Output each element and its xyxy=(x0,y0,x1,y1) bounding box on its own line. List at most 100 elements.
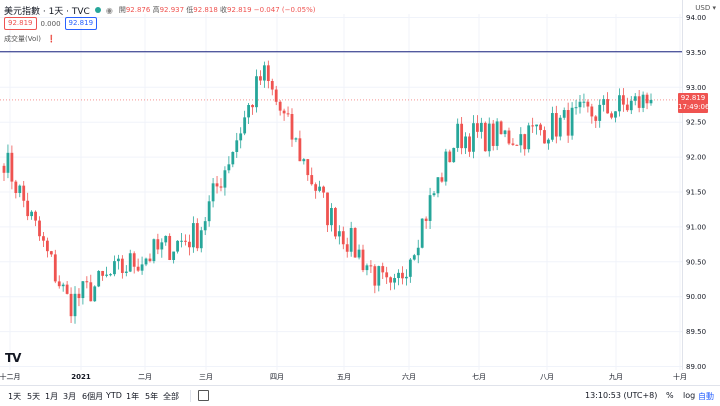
candle-body xyxy=(132,253,136,267)
candle-body xyxy=(629,100,633,111)
candle-body xyxy=(547,139,550,144)
log-scale-toggle[interactable]: log xyxy=(683,391,695,400)
candle-body xyxy=(243,117,247,134)
candle-body xyxy=(590,106,594,117)
range-5d-button[interactable]: 5天 xyxy=(27,391,40,402)
candle-body xyxy=(124,271,128,273)
candle-body xyxy=(322,186,325,193)
x-tick-label: 五月 xyxy=(337,373,351,381)
candle-body xyxy=(290,114,294,140)
candle-body xyxy=(310,175,314,185)
candle-body xyxy=(61,284,65,287)
range-1y-button[interactable]: 1年 xyxy=(126,391,139,402)
timezone-clock[interactable]: 13:10:53 (UTC+8) xyxy=(585,391,657,400)
auto-scale-toggle[interactable]: 自動 xyxy=(698,391,714,402)
symbol-title[interactable]: 美元指數 · 1天 · TVC xyxy=(4,4,90,17)
candle-body xyxy=(641,94,645,108)
candle-body xyxy=(262,65,266,81)
candle-body xyxy=(594,116,598,121)
candle-body xyxy=(231,151,235,165)
candle-body xyxy=(610,113,613,118)
warning-icon[interactable]: ❗ xyxy=(47,35,56,43)
candle-body xyxy=(539,124,542,131)
candle-body xyxy=(42,236,45,241)
range-3m-button[interactable]: 3月 xyxy=(63,391,76,402)
candle-body xyxy=(65,284,69,294)
range-ytd-button[interactable]: YTD xyxy=(106,391,122,400)
candle-body xyxy=(22,185,26,201)
currency-menu[interactable]: USD ▾ xyxy=(695,4,716,12)
candlestick-chart[interactable]: 94.00 93.50 93.00 92.50 92.00 91.50 91.00 90.50… xyxy=(0,0,720,385)
range-1d-button[interactable]: 1天 xyxy=(8,391,21,402)
candle-body xyxy=(113,261,116,275)
range-all-button[interactable]: 全部 xyxy=(163,391,179,402)
candle-body xyxy=(278,101,282,111)
candle-body xyxy=(247,104,250,118)
candle-body xyxy=(223,170,227,188)
candle-body xyxy=(618,95,621,112)
candle-body xyxy=(286,113,290,115)
candle-body xyxy=(499,121,503,135)
y-tick-label: 90.50 xyxy=(686,258,706,266)
candle-body xyxy=(255,76,258,108)
candle-body xyxy=(18,185,22,194)
buy-button[interactable]: 92.819 xyxy=(64,17,98,30)
x-tick-label: 七月 xyxy=(472,372,486,381)
candle-body xyxy=(408,259,412,277)
candle-body xyxy=(345,244,349,252)
x-tick-label: 2021 xyxy=(71,373,91,381)
eye-icon[interactable]: ◉ xyxy=(106,6,113,15)
range-6m-button[interactable]: 6個月 xyxy=(82,391,103,402)
x-tick-label: 九月 xyxy=(609,372,623,381)
candle-body xyxy=(176,240,179,252)
candle-body xyxy=(199,230,203,249)
candle-body xyxy=(160,242,164,250)
candle-body xyxy=(483,122,487,152)
candle-body xyxy=(330,208,333,226)
candle-body xyxy=(57,281,61,287)
y-tick-label: 94.00 xyxy=(686,14,706,22)
candle-body xyxy=(550,113,554,140)
calendar-icon[interactable] xyxy=(198,390,209,401)
candle-body xyxy=(14,181,18,194)
range-1m-button[interactable]: 1月 xyxy=(45,391,58,402)
candle-body xyxy=(274,89,278,102)
candle-body xyxy=(85,281,89,283)
candle-body xyxy=(105,274,108,276)
candle-body xyxy=(349,228,353,252)
candle-body xyxy=(420,218,424,248)
candle-body xyxy=(101,270,105,276)
candle-body xyxy=(365,265,369,271)
range-5y-button[interactable]: 5年 xyxy=(145,391,158,402)
candle-body xyxy=(34,211,37,221)
tradingview-logo-icon[interactable]: TV xyxy=(5,351,22,365)
volume-label[interactable]: 成交量(Vol) xyxy=(4,34,41,44)
y-tick-label: 89.00 xyxy=(686,363,706,371)
candle-body xyxy=(361,249,365,271)
candle-body xyxy=(503,130,507,135)
candle-body xyxy=(440,177,444,182)
candle-body xyxy=(543,130,546,144)
candle-body xyxy=(156,239,160,250)
candle-body xyxy=(302,159,306,162)
candle-body xyxy=(26,200,30,217)
candle-body xyxy=(472,123,475,152)
candle-body xyxy=(535,124,538,127)
sell-button[interactable]: 92.819 xyxy=(4,17,37,30)
candle-body xyxy=(2,165,6,173)
candle-body xyxy=(582,101,586,103)
candle-body xyxy=(259,76,262,81)
x-tick-label: 十二月 xyxy=(0,372,21,381)
candle-body xyxy=(464,136,467,149)
percent-scale-toggle[interactable]: % xyxy=(666,391,674,400)
y-tick-label: 91.00 xyxy=(686,223,706,231)
candle-body xyxy=(495,121,499,146)
candle-body xyxy=(357,249,361,258)
candle-body xyxy=(172,251,176,261)
candle-body xyxy=(428,195,432,221)
candle-body xyxy=(282,110,286,114)
candle-body xyxy=(195,223,199,249)
candle-body xyxy=(558,117,562,137)
candle-body xyxy=(614,111,617,118)
spread-value: 0.000 xyxy=(40,19,61,28)
